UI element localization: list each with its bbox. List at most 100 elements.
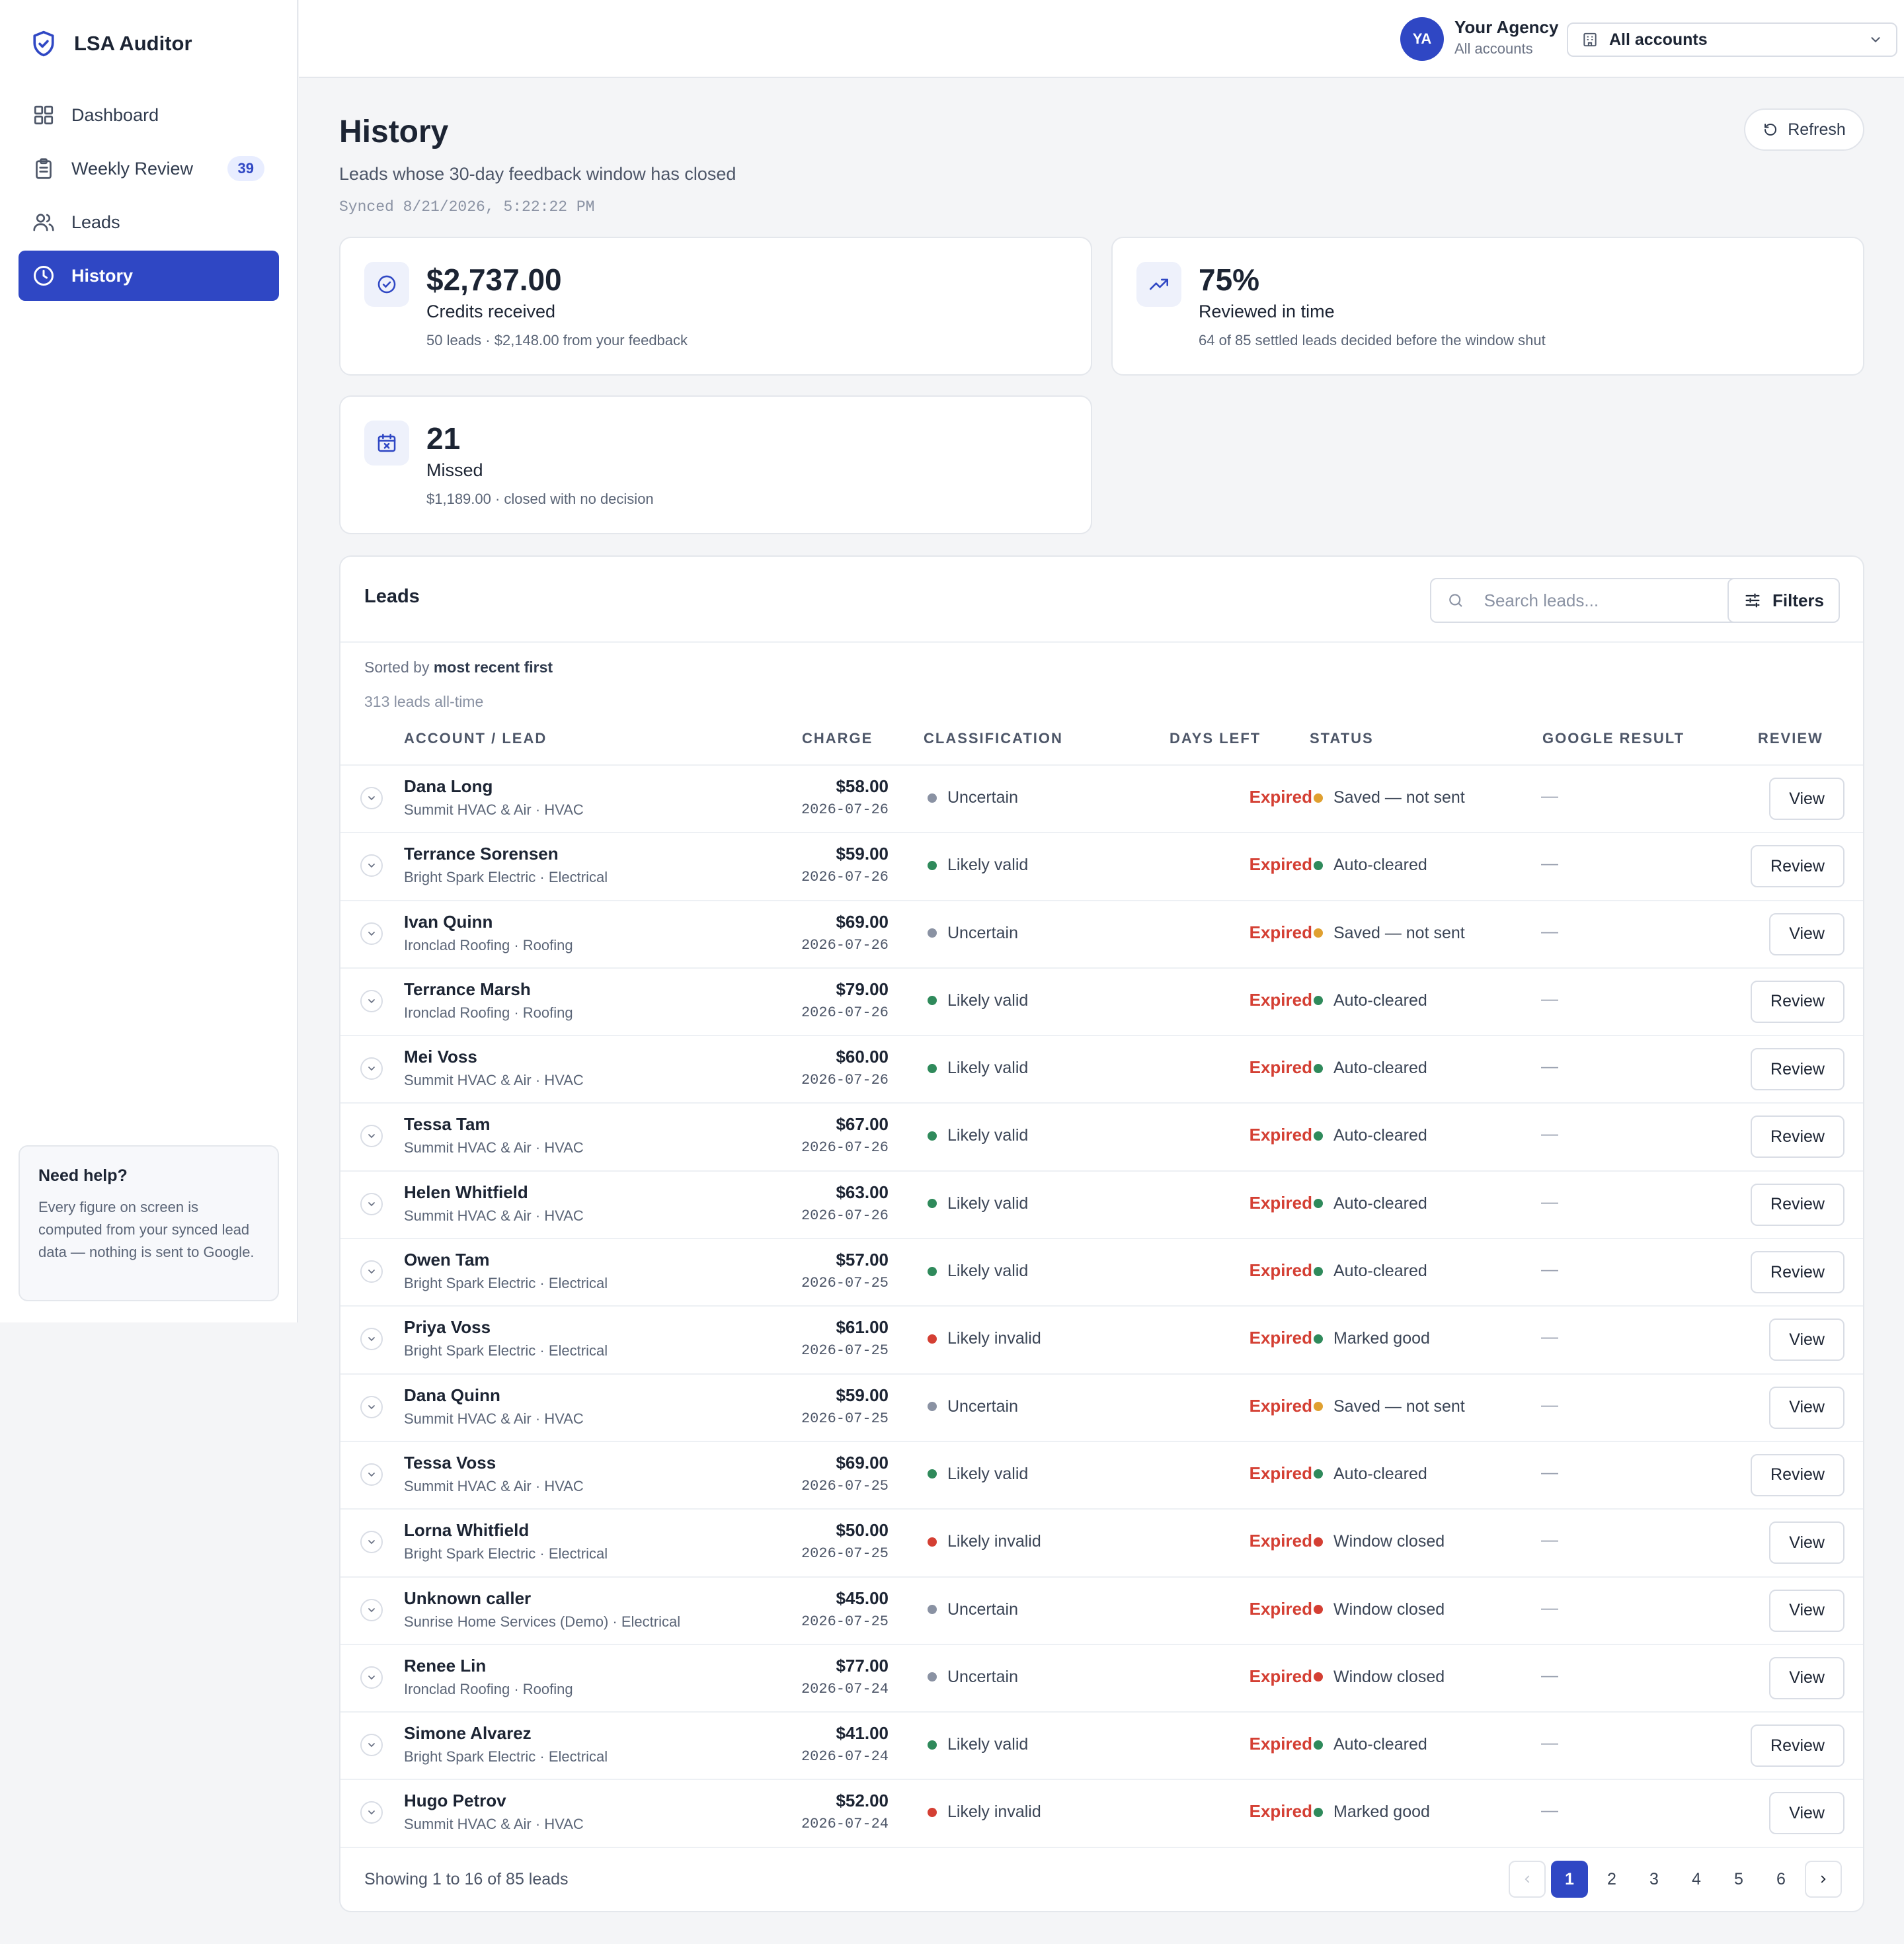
table-row[interactable]: Dana Long Summit HVAC & Air · HVAC $58.00 2…	[340, 766, 1863, 834]
view-button[interactable]: View	[1769, 1589, 1844, 1632]
table-row[interactable]: Terrance Marsh Ironclad Roofing · Roofing…	[340, 969, 1863, 1037]
table-row[interactable]: Hugo Petrov Summit HVAC & Air · HVAC $52.0…	[340, 1780, 1863, 1848]
table-row[interactable]: Terrance Sorensen Bright Spark Electric ·…	[340, 833, 1863, 901]
lead-name[interactable]: Ivan Quinn	[404, 912, 493, 932]
review-button[interactable]: Review	[1751, 1724, 1844, 1767]
search-box[interactable]	[1430, 578, 1749, 623]
lead-name[interactable]: Dana Long	[404, 776, 493, 797]
expand-row-button[interactable]	[360, 1801, 383, 1824]
table-row[interactable]: Renee Lin Ironclad Roofing · Roofing $77.0…	[340, 1645, 1863, 1713]
lead-name[interactable]: Terrance Marsh	[404, 979, 531, 1000]
table-row[interactable]: Mei Voss Summit HVAC & Air · HVAC $60.00 20…	[340, 1036, 1863, 1104]
review-button[interactable]: Review	[1751, 1453, 1844, 1496]
expand-row-button[interactable]	[360, 1125, 383, 1148]
column-header-google-result[interactable]: GOOGLE RESULT	[1542, 730, 1685, 747]
expand-row-button[interactable]	[360, 1531, 383, 1554]
next-page-button[interactable]	[1805, 1861, 1842, 1898]
sort-value[interactable]: most recent first	[434, 659, 553, 676]
column-header-status[interactable]: STATUS	[1310, 730, 1374, 747]
expand-row-button[interactable]	[360, 1598, 383, 1621]
table-row[interactable]: Helen Whitfield Summit HVAC & Air · HVAC $…	[340, 1172, 1863, 1240]
sidebar-item-leads[interactable]: Leads	[19, 197, 279, 247]
expand-row-button[interactable]	[360, 1666, 383, 1689]
column-header-classification[interactable]: CLASSIFICATION	[924, 730, 1063, 747]
refresh-button[interactable]: Refresh	[1744, 108, 1864, 151]
lead-name[interactable]: Tessa Voss	[404, 1453, 496, 1473]
table-row[interactable]: Lorna Whitfield Bright Spark Electric · E…	[340, 1510, 1863, 1578]
account-select-value: All accounts	[1609, 30, 1708, 49]
column-header-charge[interactable]: CHARGE	[802, 730, 873, 747]
lead-name[interactable]: Priya Voss	[404, 1317, 491, 1338]
column-header-review[interactable]: REVIEW	[1758, 730, 1823, 747]
classification-dot	[928, 1672, 937, 1682]
expand-row-button[interactable]	[360, 854, 383, 877]
table-row[interactable]: Simone Alvarez Bright Spark Electric · El…	[340, 1713, 1863, 1781]
expand-row-button[interactable]	[360, 1260, 383, 1283]
expand-row-button[interactable]	[360, 989, 383, 1012]
table-row[interactable]: Unknown caller Sunrise Home Services (Dem…	[340, 1578, 1863, 1645]
expand-row-button[interactable]	[360, 1395, 383, 1418]
review-button[interactable]: Review	[1751, 1048, 1844, 1091]
view-button[interactable]: View	[1769, 1792, 1844, 1835]
sidebar-item-history[interactable]: History	[19, 251, 279, 301]
lead-account: Summit HVAC & Air · HVAC	[404, 1139, 584, 1156]
review-button[interactable]: Review	[1751, 1183, 1844, 1226]
table-row[interactable]: Priya Voss Bright Spark Electric · Electr…	[340, 1307, 1863, 1375]
table-row[interactable]: Dana Quinn Summit HVAC & Air · HVAC $59.00…	[340, 1375, 1863, 1442]
table-row[interactable]: Tessa Tam Summit HVAC & Air · HVAC $67.00 2…	[340, 1104, 1863, 1172]
view-button[interactable]: View	[1769, 778, 1844, 820]
lead-name[interactable]: Mei Voss	[404, 1047, 477, 1067]
page-button-6[interactable]: 6	[1763, 1861, 1800, 1898]
expand-row-button[interactable]	[360, 922, 383, 945]
view-button[interactable]: View	[1769, 1521, 1844, 1564]
page-button-4[interactable]: 4	[1678, 1861, 1715, 1898]
days-left: Expired	[1249, 922, 1312, 942]
view-button[interactable]: View	[1769, 1386, 1844, 1429]
stat-value: 21	[426, 421, 461, 456]
column-header-days-left[interactable]: DAYS LEFT	[1170, 730, 1261, 747]
review-button[interactable]: Review	[1751, 1251, 1844, 1294]
lead-name[interactable]: Unknown caller	[404, 1588, 531, 1609]
sidebar-item-weekly-review[interactable]: Weekly Review 39	[19, 143, 279, 194]
lead-name[interactable]: Hugo Petrov	[404, 1791, 506, 1811]
page-button-3[interactable]: 3	[1636, 1861, 1673, 1898]
lead-name[interactable]: Helen Whitfield	[404, 1182, 528, 1203]
expand-row-button[interactable]	[360, 1463, 383, 1486]
lead-date: 2026-07-26	[801, 801, 889, 818]
sidebar-item-dashboard[interactable]: Dashboard	[19, 90, 279, 140]
prev-page-button[interactable]	[1509, 1861, 1546, 1898]
expand-row-button[interactable]	[360, 1192, 383, 1215]
account-select[interactable]: All accounts	[1567, 22, 1897, 57]
view-button[interactable]: View	[1769, 1318, 1844, 1361]
expand-row-button[interactable]	[360, 787, 383, 809]
review-button[interactable]: Review	[1751, 845, 1844, 888]
brand[interactable]: LSA Auditor	[29, 29, 192, 58]
page-button-2[interactable]: 2	[1593, 1861, 1630, 1898]
review-button[interactable]: Review	[1751, 1115, 1844, 1158]
lead-name[interactable]: Lorna Whitfield	[404, 1520, 529, 1541]
lead-name[interactable]: Dana Quinn	[404, 1385, 500, 1406]
review-button[interactable]: Review	[1751, 980, 1844, 1023]
view-button[interactable]: View	[1769, 1656, 1844, 1699]
expand-row-button[interactable]	[360, 1057, 383, 1080]
page-button-5[interactable]: 5	[1720, 1861, 1757, 1898]
lead-name[interactable]: Simone Alvarez	[404, 1723, 532, 1744]
column-header-account-lead[interactable]: ACCOUNT / LEAD	[404, 730, 547, 747]
lead-name[interactable]: Renee Lin	[404, 1656, 486, 1676]
table-row[interactable]: Owen Tam Bright Spark Electric · Electric…	[340, 1239, 1863, 1307]
lead-name[interactable]: Terrance Sorensen	[404, 844, 559, 864]
agency-info: Your Agency All accounts	[1454, 17, 1558, 58]
expand-row-button[interactable]	[360, 1734, 383, 1757]
lead-name[interactable]: Tessa Tam	[404, 1114, 491, 1135]
expand-row-button[interactable]	[360, 1328, 383, 1351]
sort-prefix: Sorted by	[364, 659, 430, 676]
avatar[interactable]: YA	[1400, 17, 1444, 61]
view-button[interactable]: View	[1769, 912, 1844, 955]
filters-button[interactable]: Filters	[1727, 578, 1840, 623]
search-input[interactable]	[1484, 590, 1731, 611]
table-row[interactable]: Tessa Voss Summit HVAC & Air · HVAC $69.00…	[340, 1442, 1863, 1510]
table-row[interactable]: Ivan Quinn Ironclad Roofing · Roofing $69.…	[340, 901, 1863, 969]
help-card: Need help? Every figure on screen is com…	[19, 1145, 279, 1301]
page-button-1[interactable]: 1	[1551, 1861, 1588, 1898]
lead-name[interactable]: Owen Tam	[404, 1250, 490, 1270]
